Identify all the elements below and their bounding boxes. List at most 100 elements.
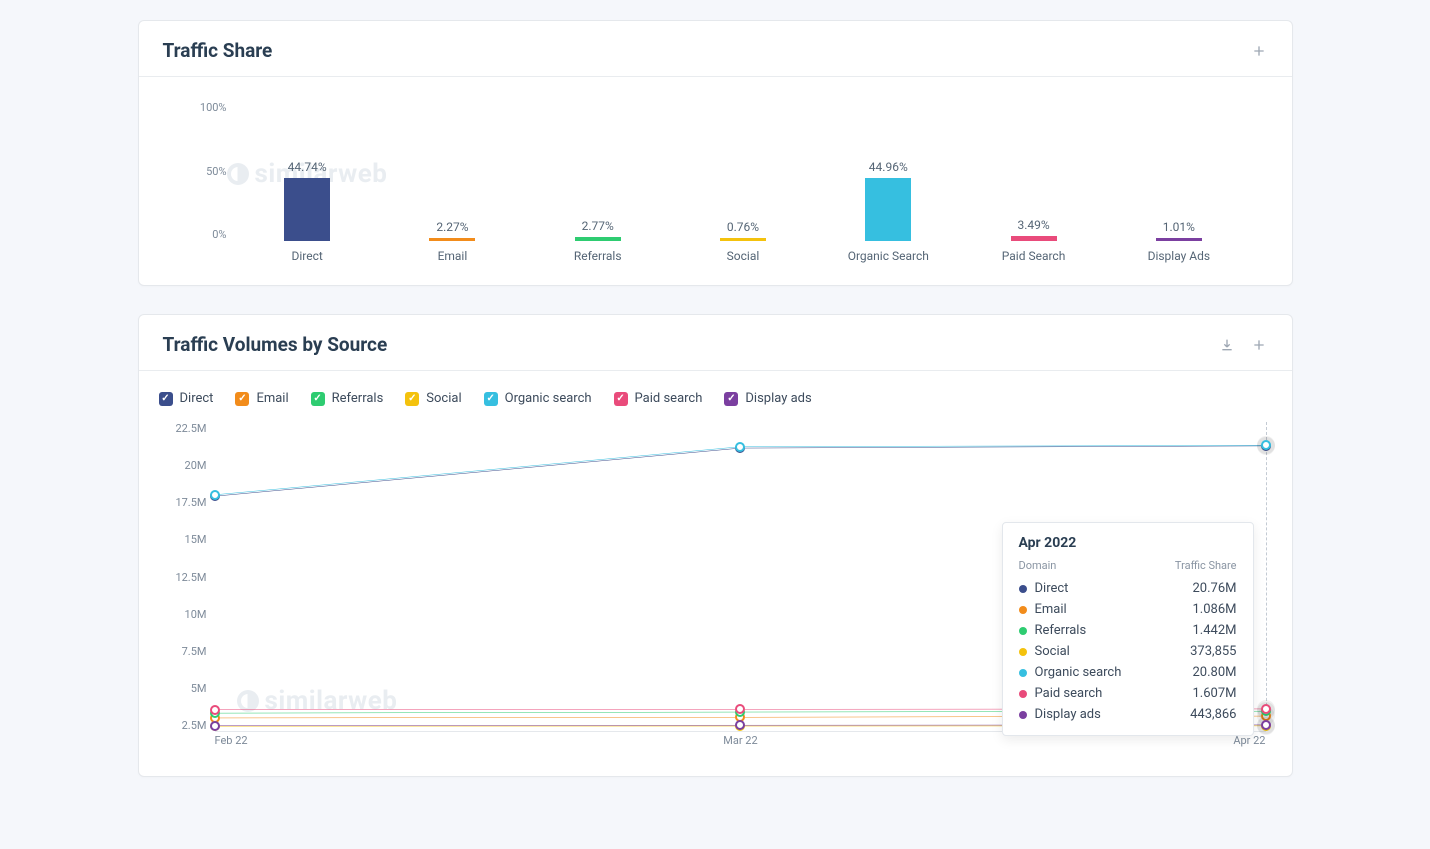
series-line: [215, 446, 1266, 496]
data-point[interactable]: [735, 442, 745, 452]
data-point[interactable]: [210, 721, 220, 731]
bar-chart-yaxis: 100% 50% 0%: [177, 101, 227, 241]
tooltip-series-value: 1.607M: [1192, 686, 1236, 701]
bar-chart-bars: 44.74%Direct2.27%Email2.77%Referrals0.76…: [235, 101, 1252, 241]
tooltip-row: Email1.086M: [1019, 599, 1237, 620]
bar-column[interactable]: 2.77%Referrals: [525, 101, 670, 241]
legend-item[interactable]: ✓ Display ads: [724, 391, 811, 406]
bar-value-label: 1.01%: [1163, 220, 1195, 234]
checkbox-icon: ✓: [405, 392, 419, 406]
checkbox-icon: ✓: [311, 392, 325, 406]
legend-item[interactable]: ✓ Paid search: [614, 391, 703, 406]
data-point[interactable]: [210, 705, 220, 715]
bar-rect: [865, 178, 911, 241]
series-pip-icon: [1019, 648, 1027, 656]
tooltip-row: Direct 20.76M: [1019, 578, 1237, 599]
tooltip-row: Referrals 1.442M: [1019, 620, 1237, 641]
bar-value-label: 44.74%: [288, 160, 327, 174]
line-chart-yaxis: 22.5M20M17.5M15M12.5M10M7.5M5M2.5M: [157, 422, 207, 732]
add-icon[interactable]: [1250, 42, 1268, 60]
line-xtick: Feb 22: [215, 734, 248, 752]
series-pip-icon: [1019, 585, 1027, 593]
bar-rect: [284, 178, 330, 241]
tooltip-row: Display ads443,866: [1019, 704, 1237, 725]
line-ytick: 20M: [185, 459, 207, 472]
line-ytick: 15M: [185, 533, 207, 546]
data-point[interactable]: [1261, 440, 1271, 450]
tooltip-series-label: Referrals: [1035, 623, 1087, 638]
bar-column[interactable]: 2.27%Email: [380, 101, 525, 241]
bar-ytick: 0%: [212, 228, 226, 241]
series-pip-icon: [1019, 711, 1027, 719]
tooltip-row: Social373,855: [1019, 641, 1237, 662]
checkbox-icon: ✓: [484, 392, 498, 406]
tooltip-title: Apr 2022: [1019, 535, 1237, 551]
traffic-share-header: Traffic Share: [139, 21, 1292, 77]
bar-ytick: 100%: [200, 101, 227, 114]
tooltip-series-label: Organic search: [1035, 665, 1122, 680]
bar-value-label: 2.27%: [436, 220, 468, 234]
series-pip-icon: [1019, 606, 1027, 614]
bar-category-label: Direct: [291, 249, 322, 263]
bar-rect: [429, 238, 475, 241]
bar-value-label: 2.77%: [582, 219, 614, 233]
bar-category-label: Paid Search: [1002, 249, 1066, 263]
line-ytick: 12.5M: [175, 571, 206, 584]
tooltip-row: Organic search20.80M: [1019, 662, 1237, 683]
tooltip-series-label: Paid search: [1035, 686, 1103, 701]
checkbox-icon: ✓: [724, 392, 738, 406]
traffic-share-actions: [1250, 42, 1268, 60]
legend-item[interactable]: ✓ Referrals: [311, 391, 384, 406]
data-point[interactable]: [210, 490, 220, 500]
bar-category-label: Display Ads: [1148, 249, 1211, 263]
tooltip-series-value: 20.76M: [1192, 581, 1236, 596]
legend-label: Paid search: [635, 391, 703, 406]
line-ytick: 7.5M: [182, 645, 207, 658]
traffic-volumes-title: Traffic Volumes by Source: [163, 333, 388, 356]
bar-rect: [1011, 236, 1057, 241]
line-ytick: 2.5M: [182, 719, 207, 732]
tooltip-series-label: Direct: [1035, 581, 1069, 596]
line-chart-xaxis: Feb 22Mar 22Apr 22: [215, 734, 1266, 752]
checkbox-icon: ✓: [159, 392, 173, 406]
legend-item[interactable]: ✓Direct: [159, 391, 214, 406]
bar-column[interactable]: 1.01%Display Ads: [1106, 101, 1251, 241]
data-point[interactable]: [1261, 704, 1271, 714]
series-pip-icon: [1019, 669, 1027, 677]
bar-rect: [575, 237, 621, 241]
legend-item[interactable]: ✓Email: [235, 391, 288, 406]
legend-item[interactable]: ✓Organic search: [484, 391, 592, 406]
legend-label: Referrals: [332, 391, 384, 406]
tooltip-columns: Domain Traffic Share: [1019, 559, 1237, 572]
data-point[interactable]: [1261, 720, 1271, 730]
traffic-share-chart: similarweb 100%50%0% 44.74%Direct2.27%Em…: [139, 77, 1292, 285]
checkbox-icon: ✓: [614, 392, 628, 406]
series-pip-icon: [1019, 627, 1027, 635]
bar-category-label: Referrals: [574, 249, 622, 263]
bar-column[interactable]: 44.74%Direct: [235, 101, 380, 241]
legend-label: Display ads: [745, 391, 811, 406]
bar-column[interactable]: 44.96%Organic Search: [816, 101, 961, 241]
bar-value-label: 0.76%: [727, 220, 759, 234]
traffic-share-title: Traffic Share: [163, 39, 273, 62]
volumes-legend: ✓Direct✓Email✓Referrals✓Social✓Organic s…: [157, 389, 1274, 418]
line-ytick: 5M: [191, 682, 207, 695]
traffic-share-panel: Traffic Share similarweb 100%50%0% 44.74…: [138, 20, 1293, 286]
bar-rect: [720, 238, 766, 241]
bar-column[interactable]: 0.76%Social: [670, 101, 815, 241]
legend-label: Social: [426, 391, 461, 406]
volumes-chart: similarweb 22.5M20M17.5M15M12.5M10M7.5M5…: [157, 422, 1274, 752]
bar-category-label: Email: [438, 249, 468, 263]
bar-category-label: Social: [727, 249, 760, 263]
bar-column[interactable]: 3.49%Paid Search: [961, 101, 1106, 241]
legend-label: Email: [256, 391, 288, 406]
download-icon[interactable]: [1218, 336, 1236, 354]
bar-ytick: 50%: [206, 165, 226, 178]
tooltip-series-value: 1.442M: [1192, 623, 1236, 638]
line-ytick: 17.5M: [175, 496, 206, 509]
traffic-volumes-header: Traffic Volumes by Source: [139, 315, 1292, 371]
legend-item[interactable]: ✓ Social: [405, 391, 461, 406]
tooltip-series-label: Display ads: [1035, 707, 1101, 722]
bar-value-label: 44.96%: [869, 160, 908, 174]
add-icon[interactable]: [1250, 336, 1268, 354]
